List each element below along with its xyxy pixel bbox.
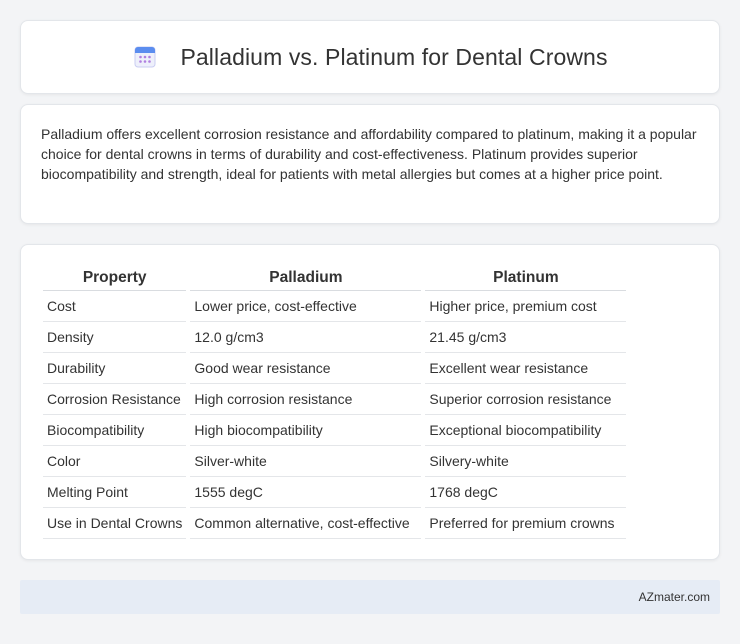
- table-row: Corrosion Resistance High corrosion resi…: [43, 384, 627, 415]
- table-row: Density 12.0 g/cm3 21.45 g/cm3: [43, 322, 627, 353]
- table-cell: Higher price, premium cost: [425, 291, 627, 322]
- table-cell: 1768 degC: [425, 477, 627, 508]
- table-header-row: Property Palladium Platinum: [43, 265, 627, 291]
- comparison-table-card: Property Palladium Platinum Cost Lower p…: [20, 244, 720, 560]
- table-cell: Silvery-white: [425, 446, 627, 477]
- table-row: Durability Good wear resistance Excellen…: [43, 353, 627, 384]
- table-row: Cost Lower price, cost-effective Higher …: [43, 291, 627, 322]
- footer-brand[interactable]: AZmater.com: [639, 590, 710, 604]
- title-card: Palladium vs. Platinum for Dental Crowns: [20, 20, 720, 94]
- calendar-icon: [134, 46, 156, 68]
- table-cell: Good wear resistance: [190, 353, 422, 384]
- table-cell: Exceptional biocompatibility: [425, 415, 627, 446]
- table-cell: Density: [43, 322, 187, 353]
- table-cell: Durability: [43, 353, 187, 384]
- table-cell: 12.0 g/cm3: [190, 322, 422, 353]
- footer-bar: AZmater.com: [20, 580, 720, 614]
- table-cell: High corrosion resistance: [190, 384, 422, 415]
- table-cell: Corrosion Resistance: [43, 384, 187, 415]
- table-cell: High biocompatibility: [190, 415, 422, 446]
- table-cell: Excellent wear resistance: [425, 353, 627, 384]
- description-card: Palladium offers excellent corrosion res…: [20, 104, 720, 224]
- table-cell: Cost: [43, 291, 187, 322]
- table-row: Use in Dental Crowns Common alternative,…: [43, 508, 627, 539]
- table-cell: Use in Dental Crowns: [43, 508, 187, 539]
- table-cell: Color: [43, 446, 187, 477]
- table-cell: Superior corrosion resistance: [425, 384, 627, 415]
- column-header-platinum: Platinum: [425, 265, 627, 291]
- column-header-palladium: Palladium: [190, 265, 422, 291]
- comparison-table: Property Palladium Platinum Cost Lower p…: [39, 265, 630, 539]
- table-cell: Common alternative, cost-effective: [190, 508, 422, 539]
- table-cell: 21.45 g/cm3: [425, 322, 627, 353]
- table-row: Biocompatibility High biocompatibility E…: [43, 415, 627, 446]
- table-cell: Melting Point: [43, 477, 187, 508]
- table-cell: 1555 degC: [190, 477, 422, 508]
- column-header-property: Property: [43, 265, 187, 291]
- table-row: Melting Point 1555 degC 1768 degC: [43, 477, 627, 508]
- table-cell: Silver-white: [190, 446, 422, 477]
- description-text: Palladium offers excellent corrosion res…: [41, 126, 697, 182]
- page-title: Palladium vs. Platinum for Dental Crowns: [180, 43, 608, 70]
- table-cell: Preferred for premium crowns: [425, 508, 627, 539]
- table-cell: Biocompatibility: [43, 415, 187, 446]
- table-row: Color Silver-white Silvery-white: [43, 446, 627, 477]
- table-cell: Lower price, cost-effective: [190, 291, 422, 322]
